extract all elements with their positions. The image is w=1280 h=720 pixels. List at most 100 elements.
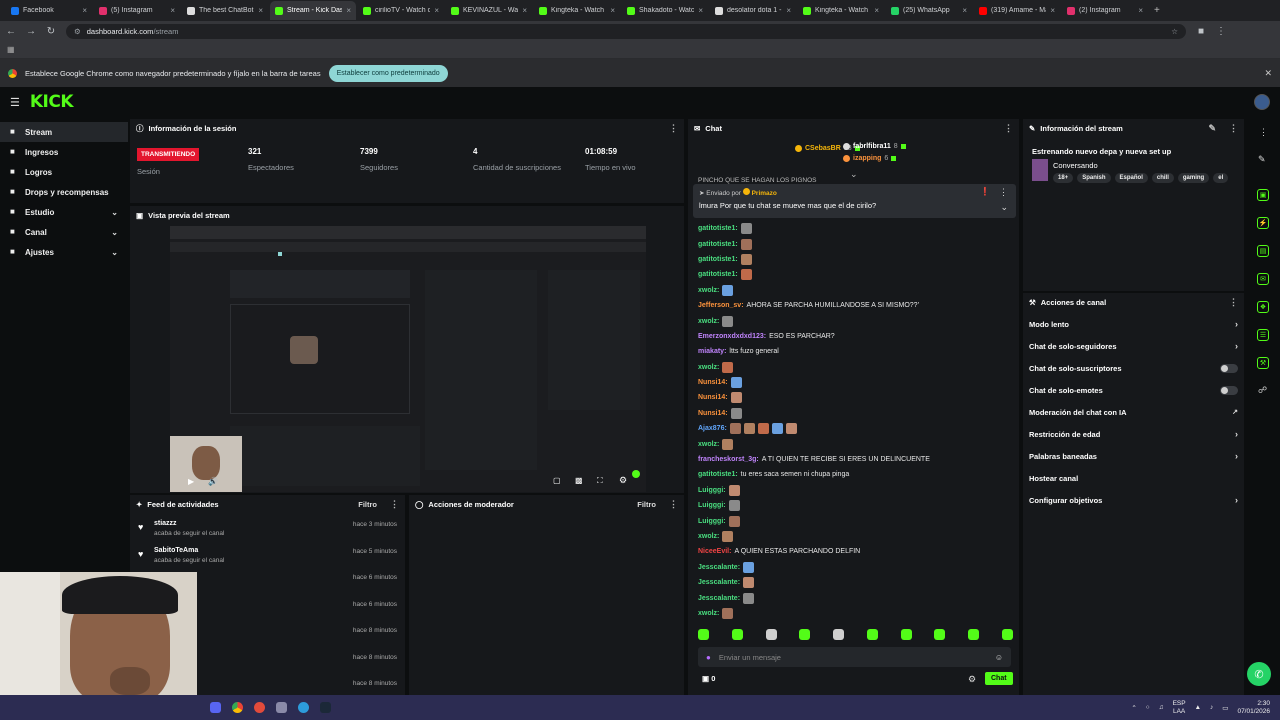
steam-taskbar-icon[interactable] [320, 702, 331, 713]
tab-close-icon[interactable]: × [82, 6, 87, 15]
sidebar-item-logros[interactable]: ■ Logros [0, 162, 128, 182]
channel-action-configurar-objetivos[interactable]: Configurar objetivos › [1023, 489, 1244, 511]
chat-username[interactable]: xwolz: [698, 610, 719, 617]
chat-input[interactable]: ● Enviar un mensaje ☺ [698, 647, 1011, 667]
chat-username[interactable]: Luigggi: [698, 487, 726, 494]
stream-tag[interactable]: Spanish [1077, 173, 1111, 183]
chat-username[interactable]: NiceeEvil: [698, 548, 731, 555]
chat-settings-icon[interactable]: ⚙ [968, 674, 976, 685]
tab-close-icon[interactable]: × [1050, 6, 1055, 15]
chat-username[interactable]: Luigggi: [698, 502, 726, 509]
quick-emote-icon[interactable] [866, 629, 878, 640]
settings-gear-icon[interactable]: ⚙ [619, 475, 627, 486]
chat-username[interactable]: xwolz: [698, 441, 719, 448]
toggle-switch[interactable] [1220, 363, 1238, 373]
chat-username[interactable]: gatitotiste1: [698, 241, 738, 248]
tab-close-icon[interactable]: × [786, 6, 791, 15]
more-options-icon[interactable]: ⋮ [390, 499, 399, 510]
browser-tab[interactable]: Kingteka - Watch cl × [798, 1, 884, 20]
moderator-filter-button[interactable]: Filtro [637, 500, 656, 509]
browser-menu-icon[interactable]: ⋮ [1216, 26, 1226, 37]
channel-action-restricci-n-de-edad[interactable]: Restricción de edad › [1023, 423, 1244, 445]
chat-username[interactable]: Jesscalante: [698, 595, 740, 602]
more-options-icon[interactable]: ⋮ [669, 499, 678, 510]
chevron-down-icon[interactable]: ⌄ [850, 169, 858, 180]
channel-action-modo-lento[interactable]: Modo lento › [1023, 313, 1244, 335]
channel-action-chat-de-solo-seguidores[interactable]: Chat de solo-seguidores › [1023, 335, 1244, 357]
unpin-icon[interactable]: ❗ [980, 187, 990, 196]
quick-emote-icon[interactable] [934, 629, 946, 640]
tab-close-icon[interactable]: × [346, 6, 351, 15]
quick-emote-icon[interactable] [698, 629, 709, 640]
app-taskbar-icon[interactable] [254, 702, 265, 713]
stream-tag[interactable]: chill [1151, 173, 1174, 183]
tab-close-icon[interactable]: × [522, 6, 527, 15]
browser-tab[interactable]: (25) WhatsApp × [886, 1, 972, 20]
quick-emote-icon[interactable] [799, 629, 811, 640]
close-icon[interactable]: ✕ [1264, 68, 1272, 79]
reload-icon[interactable]: ↻ [46, 26, 56, 37]
pinned-message[interactable]: ➤ Enviado por Primazo lmura Por que tu c… [693, 184, 1016, 218]
set-default-button[interactable]: Establecer como predeterminado [328, 64, 448, 82]
expand-icon[interactable]: ⌄ [1000, 202, 1008, 213]
chat-username[interactable]: Nunsi14: [698, 394, 728, 401]
back-icon[interactable]: ← [6, 26, 16, 37]
sidebar-item-canal[interactable]: ■ Canal ⌄ [0, 222, 128, 242]
tray-volume-icon[interactable]: ♫ [1159, 704, 1164, 711]
speaker-icon[interactable]: ♪ [1210, 704, 1213, 711]
more-options-icon[interactable]: ⋮ [999, 187, 1008, 198]
chat-username[interactable]: Nunsi14: [698, 379, 728, 386]
chat-username[interactable]: gatitotiste1: [698, 225, 738, 232]
user-avatar[interactable] [1254, 94, 1270, 110]
kick-logo[interactable]: KICK [30, 92, 74, 112]
chat-username[interactable]: xwolz: [698, 318, 719, 325]
quick-emote-icon[interactable] [765, 629, 777, 640]
rail-broadcast-icon[interactable]: ❖ [1257, 301, 1269, 313]
channel-action-palabras-baneadas[interactable]: Palabras baneadas › [1023, 445, 1244, 467]
browser-tab[interactable]: Facebook × [6, 1, 92, 20]
volume-icon[interactable]: 🔊 [208, 477, 218, 486]
tab-close-icon[interactable]: × [434, 6, 439, 15]
tab-close-icon[interactable]: × [1138, 6, 1143, 15]
send-chat-button[interactable]: Chat [985, 672, 1013, 685]
chat-username[interactable]: francheskorst_3g: [698, 456, 759, 463]
sidebar-item-ingresos[interactable]: ■ Ingresos [0, 142, 128, 162]
browser-tab[interactable]: (5) Instagram × [94, 1, 180, 20]
stream-tag[interactable]: Español [1114, 173, 1148, 183]
tab-close-icon[interactable]: × [258, 6, 263, 15]
microphone-icon[interactable]: ● [706, 653, 711, 662]
extensions-icon[interactable]: ■ [1196, 26, 1206, 37]
tab-close-icon[interactable]: × [170, 6, 175, 15]
emoji-icon[interactable]: ☺ [995, 653, 1003, 662]
top-gifter[interactable]: izapping 6 [843, 155, 897, 162]
feed-filter-button[interactable]: Filtro [358, 500, 377, 509]
keyboard-language[interactable]: ESP LAA [1173, 700, 1186, 716]
browser-tab[interactable]: KEVINAZUL - Watch× [446, 1, 532, 20]
channel-points[interactable]: ▣ 0 [702, 674, 715, 683]
browser-tab[interactable]: Stream - Kick Dashb× [270, 1, 356, 20]
edit-icon[interactable]: ✎ [1208, 123, 1216, 134]
channel-action-moderaci-n-del-chat-con-ia[interactable]: Moderación del chat con IA ↗ [1023, 401, 1244, 423]
edit-pencil-icon[interactable]: ✎ [1258, 154, 1266, 165]
chat-username[interactable]: Jesscalante: [698, 579, 740, 586]
sidebar-item-ajustes[interactable]: ■ Ajustes ⌄ [0, 242, 128, 262]
stream-category[interactable]: Conversando [1053, 161, 1098, 170]
tab-close-icon[interactable]: × [698, 6, 703, 15]
hamburger-menu-icon[interactable]: ☰ [10, 96, 20, 109]
tray-chevron-icon[interactable]: ⌃ [1131, 704, 1136, 712]
rail-lightning-icon[interactable]: ⚡ [1257, 217, 1269, 229]
address-bar[interactable]: ⚙ dashboard.kick.com/stream ☆ [66, 23, 1186, 39]
fullscreen-icon[interactable]: ⛶ [597, 476, 603, 486]
chat-username[interactable]: Jefferson_sv: [698, 302, 744, 309]
quick-emote-icon[interactable] [731, 629, 743, 640]
stream-tag[interactable]: 18+ [1053, 173, 1074, 183]
theater-mode-icon[interactable]: ▩ [575, 476, 583, 485]
new-tab-icon[interactable]: + [1154, 5, 1160, 16]
rail-list-icon[interactable]: ☰ [1257, 329, 1269, 341]
channel-action-hostear-canal[interactable]: Hostear canal [1023, 467, 1244, 489]
tab-close-icon[interactable]: × [874, 6, 879, 15]
sidebar-item-drops-y-recompensas[interactable]: ■ Drops y recompensas [0, 182, 128, 202]
more-options-icon[interactable]: ⋮ [669, 123, 678, 134]
more-options-icon[interactable]: ⋮ [1229, 297, 1238, 308]
chat-username[interactable]: miakaty: [698, 348, 726, 355]
